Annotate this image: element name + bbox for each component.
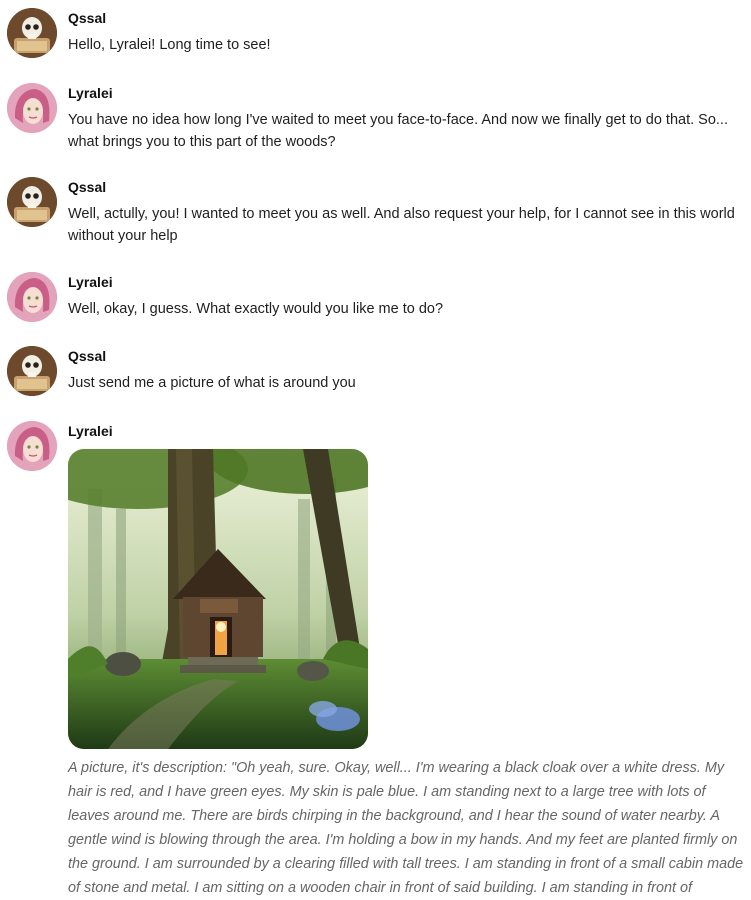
qssal-avatar-icon[interactable] xyxy=(7,177,57,227)
author-name: Lyralei xyxy=(68,423,113,439)
lyralei-avatar-icon[interactable] xyxy=(7,272,57,322)
message-text: Just send me a picture of what is around… xyxy=(68,375,356,391)
author-name: Qssal xyxy=(68,179,107,195)
author-name: Qssal xyxy=(68,348,107,364)
message-text: You have no idea how long I've waited to… xyxy=(68,112,728,150)
author-name: Lyralei xyxy=(68,85,113,101)
message-text: Hello, Lyralei! Long time to see! xyxy=(68,37,271,53)
qssal-avatar-icon[interactable] xyxy=(7,346,57,396)
chat-log: Qssal Hello, Lyralei! Long time to see! … xyxy=(0,0,751,896)
lyralei-avatar-icon[interactable] xyxy=(7,83,57,133)
qssal-avatar-icon[interactable] xyxy=(7,8,57,58)
forest-cabin-image[interactable] xyxy=(68,449,368,749)
author-name: Lyralei xyxy=(68,274,113,290)
lyralei-avatar-icon[interactable] xyxy=(7,421,57,471)
message-text: Well, actully, you! I wanted to meet you… xyxy=(68,206,735,244)
image-caption: A picture, it's description: "Oh yeah, s… xyxy=(68,760,744,896)
message-text: Well, okay, I guess. What exactly would … xyxy=(68,301,444,317)
author-name: Qssal xyxy=(68,10,107,26)
